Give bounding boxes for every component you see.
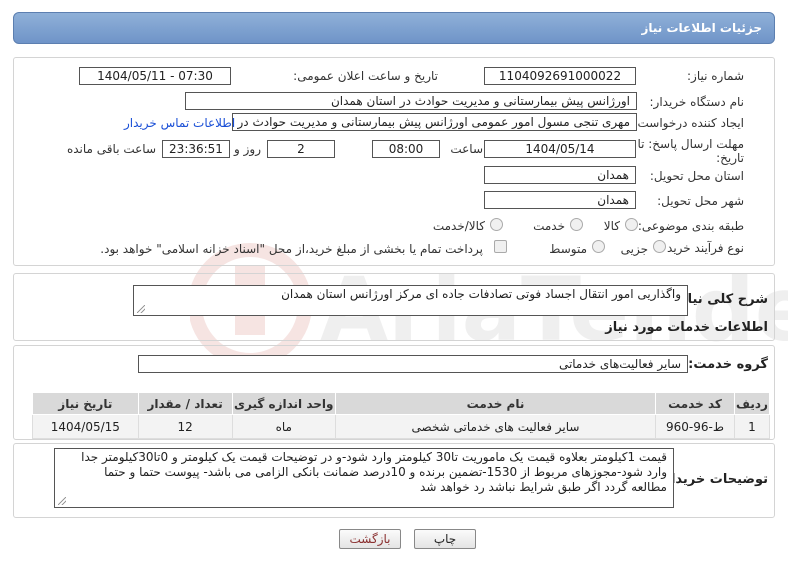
cell-need-date: 1404/05/15 <box>32 414 139 439</box>
column-header-quantity: تعداد / مقدار <box>137 392 233 415</box>
city-field[interactable]: همدان <box>484 191 636 209</box>
buyer-notes-field[interactable]: قیمت 1کیلومتر بعلاوه قیمت یک ماموریت تا3… <box>54 448 674 508</box>
column-header-name: نام خدمت <box>334 392 657 415</box>
category-label: طبقه بندی موضوعی: <box>637 219 744 233</box>
buyer-contact-link[interactable]: اطلاعات تماس خریدار <box>124 116 235 130</box>
remaining-label: ساعت باقی مانده <box>66 142 156 156</box>
remaining-time-field[interactable]: 23:36:51 <box>162 140 230 158</box>
deadline-time-field[interactable]: 08:00 <box>372 140 440 158</box>
process-option-minor: جزیی <box>620 242 648 256</box>
service-group-label: گروه خدمت: <box>688 357 768 372</box>
category-radio-goods[interactable] <box>625 218 638 231</box>
cell-service-name: سایر فعالیت های خدماتی شخصی <box>334 414 657 439</box>
category-option-goods: کالا <box>603 219 620 233</box>
table-row: 1 ط-96-960 سایر فعالیت های خدماتی شخصی م… <box>32 414 771 439</box>
category-radio-goods-service[interactable] <box>490 218 503 231</box>
back-button[interactable]: بازگشت <box>339 529 401 549</box>
column-header-need-date: تاریخ نیاز <box>32 392 139 415</box>
process-radio-medium[interactable] <box>592 240 605 253</box>
services-table-header: ردیف کد خدمت نام خدمت واحد اندازه گیری ت… <box>32 392 771 415</box>
deadline-date-field[interactable]: 1404/05/14 <box>484 140 636 158</box>
creator-label: ایجاد کننده درخواست: <box>633 116 744 130</box>
category-radio-service[interactable] <box>570 218 583 231</box>
column-header-row: ردیف <box>733 392 771 415</box>
need-number-field[interactable]: 1104092691000022 <box>484 67 636 85</box>
deadline-label: مهلت ارسال پاسخ: تا تاریخ: <box>637 137 744 165</box>
day-and-label: روز و <box>234 142 261 156</box>
city-label: شهر محل تحویل: <box>657 194 744 208</box>
announce-date-field[interactable]: 1404/05/11 - 07:30 <box>79 67 231 85</box>
buyer-field[interactable]: اورژانس پیش بیمارستانی و مدیریت حوادث در… <box>185 92 637 110</box>
process-radio-minor[interactable] <box>653 240 666 253</box>
cell-unit: ماه <box>231 414 336 439</box>
buyer-notes-label: توضیحات خریدار: <box>658 472 768 487</box>
announce-date-label: تاریخ و ساعت اعلان عمومی: <box>293 69 438 83</box>
cell-row-number: 1 <box>733 414 771 439</box>
need-number-label: شماره نیاز: <box>687 69 744 83</box>
buyer-label: نام دستگاه خریدار: <box>649 95 745 109</box>
column-header-code: کد خدمت <box>655 392 735 415</box>
payment-note: پرداخت تمام یا بخشی از مبلغ خرید،از محل … <box>100 242 483 256</box>
cell-service-code: ط-96-960 <box>655 414 735 439</box>
description-text: واگذاریی امور انتقال اجساد فوتی تصادفات … <box>281 287 681 301</box>
resize-handle-icon[interactable] <box>58 497 66 505</box>
page-title: جزئیات اطلاعات نیاز <box>641 21 762 35</box>
column-header-unit: واحد اندازه گیری <box>231 392 336 415</box>
buyer-notes-text: قیمت 1کیلومتر بعلاوه قیمت یک ماموریت تا3… <box>81 450 667 494</box>
description-field[interactable]: واگذاریی امور انتقال اجساد فوتی تصادفات … <box>133 285 688 316</box>
service-group-field[interactable]: سایر فعالیت‌های خدماتی <box>138 355 688 373</box>
print-button[interactable]: چاپ <box>414 529 476 549</box>
category-option-service: خدمت <box>533 219 565 233</box>
creator-field[interactable]: مهری تنجی مسول امور عمومی اورژانس پیش بی… <box>232 113 637 131</box>
remaining-days-field[interactable]: 2 <box>267 140 335 158</box>
category-option-goods-service: کالا/خدمت <box>432 219 485 233</box>
description-label: شرح کلی نیاز: <box>674 292 768 307</box>
services-table: ردیف کد خدمت نام خدمت واحد اندازه گیری ت… <box>32 392 771 439</box>
treasury-payment-checkbox[interactable] <box>494 240 507 253</box>
process-label: نوع فرآیند خرید : <box>659 241 744 255</box>
cell-quantity: 12 <box>137 414 233 439</box>
province-label: استان محل تحویل: <box>649 169 744 183</box>
resize-handle-icon[interactable] <box>137 305 145 313</box>
deadline-time-label: ساعت <box>450 142 483 156</box>
services-section-title: اطلاعات خدمات مورد نیاز <box>605 320 768 335</box>
process-option-medium: متوسط <box>549 242 587 256</box>
province-field[interactable]: همدان <box>484 166 636 184</box>
page-header: جزئیات اطلاعات نیاز <box>13 12 775 44</box>
